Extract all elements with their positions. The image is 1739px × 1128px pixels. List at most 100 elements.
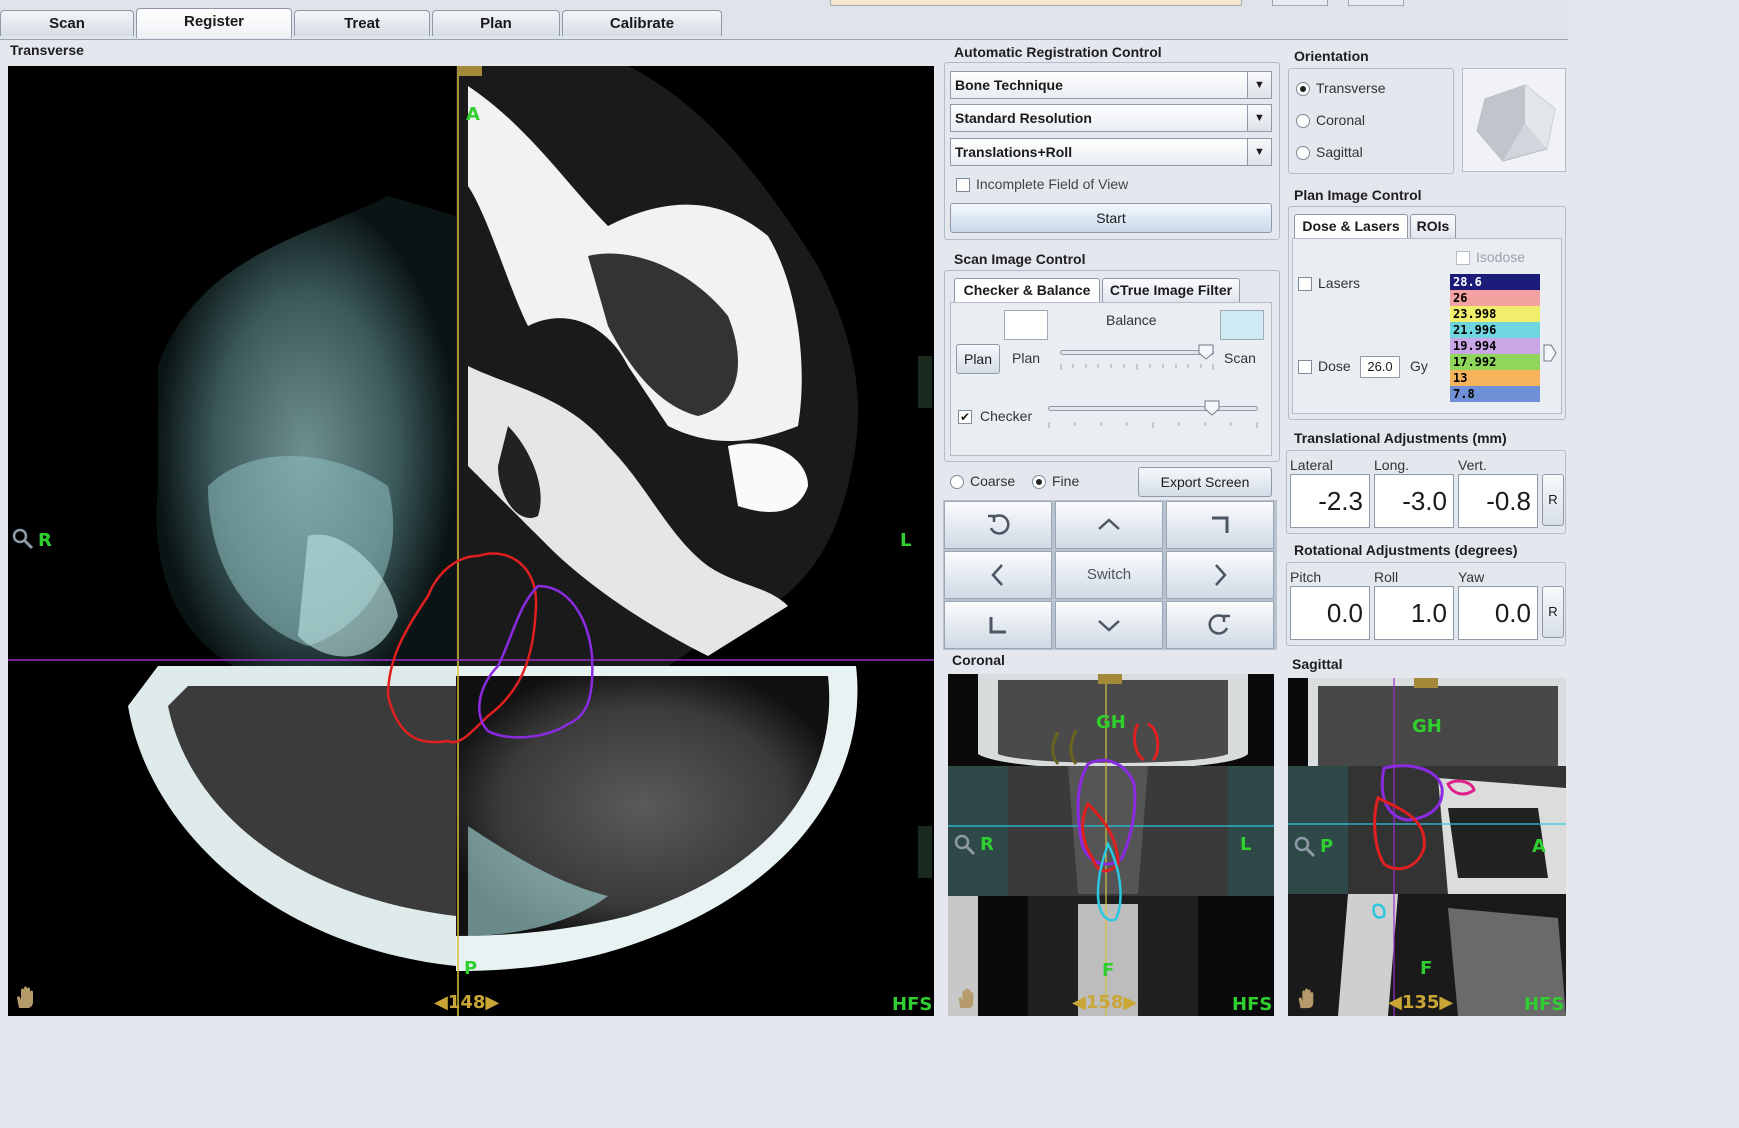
tab-register[interactable]: Register	[136, 8, 292, 38]
balance-slider-thumb[interactable]	[1198, 344, 1214, 360]
fine-radio[interactable]	[1032, 475, 1046, 489]
sagittal-viewer[interactable]: GH P A F ◀135▶ HFS	[1288, 678, 1566, 1016]
tab-calibrate[interactable]: Calibrate	[562, 10, 722, 36]
isodose-level-row[interactable]: 7.8	[1450, 386, 1540, 402]
corner-bottom-left-button[interactable]	[944, 601, 1052, 649]
pitch-value[interactable]: 0.0	[1290, 586, 1370, 640]
slice-prev-icon[interactable]: ◀	[1388, 992, 1402, 1013]
plan-button[interactable]: Plan	[956, 344, 1000, 374]
scan-color-swatch[interactable]	[1220, 310, 1264, 340]
technique-value: Bone Technique	[955, 77, 1063, 93]
mode-select[interactable]: Translations+Roll ▼	[950, 138, 1272, 166]
export-screen-button[interactable]: Export Screen	[1138, 467, 1272, 497]
checker-checkbox[interactable]: ✔	[958, 410, 972, 424]
move-down-button[interactable]	[1055, 601, 1163, 649]
balance-slider[interactable]	[1060, 350, 1214, 355]
orientation-radio-transverse[interactable]	[1296, 82, 1310, 96]
move-up-button[interactable]	[1055, 501, 1163, 549]
balance-plan-label: Plan	[1012, 350, 1041, 366]
coronal-viewer[interactable]: GH R L F ◀158▶ HFS	[948, 674, 1274, 1016]
yaw-label: Yaw	[1458, 569, 1485, 585]
slice-prev-icon[interactable]: ◀	[1072, 992, 1086, 1013]
coarse-radio[interactable]	[950, 475, 964, 489]
roll-value[interactable]: 1.0	[1374, 586, 1454, 640]
tab-scan[interactable]: Scan	[0, 10, 134, 36]
translational-reset-button[interactable]: R	[1542, 474, 1564, 526]
rotational-reset-button[interactable]: R	[1542, 586, 1564, 638]
switch-button[interactable]: Switch	[1055, 551, 1163, 599]
slice-next-icon[interactable]: ▶	[1123, 992, 1137, 1013]
top-button-2[interactable]	[1348, 0, 1404, 6]
corner-top-right-button[interactable]	[1166, 501, 1274, 549]
tab-dose-lasers[interactable]: Dose & Lasers	[1294, 214, 1408, 238]
checker-slider-thumb[interactable]	[1204, 400, 1220, 416]
plan-color-swatch[interactable]	[1004, 310, 1048, 340]
isodose-level-row[interactable]: 21.996	[1450, 322, 1540, 338]
rotate-ccw-button[interactable]	[944, 501, 1052, 549]
zoom-icon[interactable]	[1294, 836, 1316, 863]
corner-bottom-left-icon	[989, 616, 1006, 634]
rotational-title: Rotational Adjustments (degrees)	[1294, 542, 1518, 558]
pan-hand-icon[interactable]	[1296, 988, 1316, 1015]
tab-checker-balance[interactable]: Checker & Balance	[954, 278, 1100, 302]
plan-image-control-title: Plan Image Control	[1294, 187, 1422, 203]
coarse-label: Coarse	[970, 473, 1016, 489]
isodose-level-row[interactable]: 17.992	[1450, 354, 1540, 370]
slice-next-icon[interactable]: ▶	[485, 992, 499, 1013]
chevron-down-icon[interactable]: ▼	[1247, 139, 1271, 165]
isodose-level-row[interactable]: 26	[1450, 290, 1540, 306]
longitudinal-value[interactable]: -3.0	[1374, 474, 1454, 528]
pan-hand-icon[interactable]	[14, 986, 36, 1015]
zoom-icon[interactable]	[954, 834, 976, 861]
vertical-label: Vert.	[1458, 457, 1487, 473]
orientation-radio-sagittal[interactable]	[1296, 146, 1310, 160]
transverse-label-posterior: P	[464, 958, 478, 979]
slice-prev-icon[interactable]: ◀	[434, 992, 448, 1013]
sagittal-slice-indicator[interactable]: ◀135▶	[1388, 992, 1453, 1013]
isodose-slider-thumb[interactable]	[1543, 344, 1557, 362]
isodose-label: Isodose	[1476, 249, 1526, 265]
lasers-checkbox[interactable]	[1298, 277, 1312, 291]
isodose-level-row[interactable]: 28.6	[1450, 274, 1540, 290]
rotate-cw-button[interactable]	[1166, 601, 1274, 649]
coronal-slice-indicator[interactable]: ◀158▶	[1072, 992, 1137, 1013]
fine-label: Fine	[1052, 473, 1080, 489]
tab-rois[interactable]: ROIs	[1410, 214, 1456, 238]
tab-ctrue-filter[interactable]: CTrue Image Filter	[1102, 278, 1240, 302]
isodose-level-row[interactable]: 13	[1450, 370, 1540, 386]
vertical-value[interactable]: -0.8	[1458, 474, 1538, 528]
chevron-down-icon[interactable]: ▼	[1247, 72, 1271, 98]
yaw-value[interactable]: 0.0	[1458, 586, 1538, 640]
scan-image-control-title: Scan Image Control	[954, 251, 1086, 267]
orientation-radio-coronal[interactable]	[1296, 114, 1310, 128]
move-left-button[interactable]	[944, 551, 1052, 599]
dose-input[interactable]: 26.0	[1360, 356, 1400, 378]
zoom-icon[interactable]	[12, 528, 34, 555]
tab-plan[interactable]: Plan	[432, 10, 560, 36]
transverse-viewer[interactable]: A P R L ◀148▶ HFS	[8, 66, 934, 1016]
start-button[interactable]: Start	[950, 203, 1272, 233]
checker-slider-ticks	[1048, 422, 1258, 428]
pan-hand-icon[interactable]	[956, 988, 976, 1015]
slice-next-icon[interactable]: ▶	[1439, 992, 1453, 1013]
move-right-button[interactable]	[1166, 551, 1274, 599]
balance-slider-ticks	[1060, 364, 1214, 370]
technique-select[interactable]: Bone Technique ▼	[950, 71, 1272, 99]
transverse-label-right: R	[38, 530, 52, 551]
chevron-down-icon[interactable]: ▼	[1247, 105, 1271, 131]
incomplete-fov-checkbox[interactable]	[956, 178, 970, 192]
sagittal-patient-orientation: HFS	[1524, 994, 1565, 1015]
tab-treat[interactable]: Treat	[294, 10, 430, 36]
isodose-checkbox[interactable]	[1456, 251, 1470, 265]
isodose-level-row[interactable]: 23.998	[1450, 306, 1540, 322]
window-level-marker[interactable]	[918, 356, 932, 408]
transverse-slice-indicator[interactable]: ◀148▶	[434, 992, 499, 1013]
top-button-1[interactable]	[1272, 0, 1328, 6]
longitudinal-label: Long.	[1374, 457, 1410, 473]
window-level-marker-2[interactable]	[918, 826, 932, 878]
resolution-select[interactable]: Standard Resolution ▼	[950, 104, 1272, 132]
checker-slider[interactable]	[1048, 406, 1258, 411]
dose-checkbox[interactable]	[1298, 360, 1312, 374]
isodose-level-row[interactable]: 19.994	[1450, 338, 1540, 354]
lateral-value[interactable]: -2.3	[1290, 474, 1370, 528]
